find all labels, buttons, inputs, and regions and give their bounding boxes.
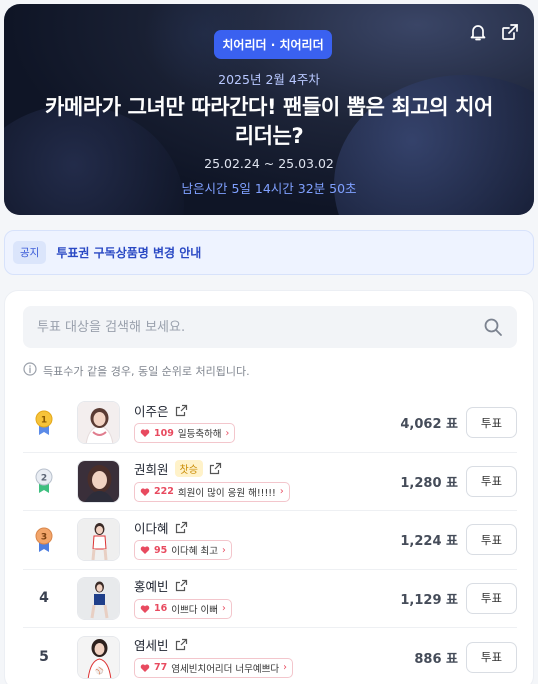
heart-icon — [140, 488, 150, 496]
rank: 5 — [23, 649, 65, 665]
cheer-text: 이쁘다 이뻐 — [171, 604, 218, 616]
remaining-time: 남은시간 5일 14시간 32분 50초 — [4, 178, 534, 197]
cheer-count: 16 — [154, 603, 168, 615]
search-box — [23, 306, 517, 348]
notice-tag: 공지 — [13, 241, 47, 264]
heart-icon — [140, 546, 150, 555]
vote-button[interactable]: 투표 — [466, 465, 517, 497]
list-item: 2 권희원 찻승 222 희원이 많이 응원 해!!!!! › 1,280 표 … — [23, 453, 517, 511]
cheer-message-button[interactable]: 77 염세빈치어리더 너무예쁘다 › — [134, 657, 293, 678]
heart-icon — [140, 429, 150, 438]
cheer-count: 109 — [154, 427, 174, 439]
chevron-right-icon: › — [279, 486, 284, 498]
chevron-right-icon: › — [221, 544, 226, 556]
vote-count: 1,129 표 — [400, 592, 458, 608]
cheer-text: 이다혜 최고 — [171, 546, 218, 558]
candidate-name[interactable]: 권희원 — [134, 459, 169, 478]
heart-icon — [140, 605, 150, 613]
cheer-count: 95 — [154, 544, 168, 556]
candidate-name[interactable]: 이다혜 — [134, 518, 169, 537]
external-link-icon[interactable] — [175, 521, 188, 534]
rank-number: 4 — [39, 590, 49, 607]
candidate-name[interactable]: 이주은 — [134, 401, 169, 420]
external-link-icon[interactable] — [175, 638, 188, 651]
vote-count: 1,224 표 — [400, 534, 458, 550]
avatar[interactable]: ⚾ — [77, 635, 120, 679]
list-item: 3 이다혜 95 이다혜 최고 › 1,224 표 투표 — [23, 511, 517, 570]
cheer-text: 염세빈치어리더 너무예쁘다 — [171, 663, 280, 675]
cheer-text: 희원이 많이 응원 해!!!!! — [177, 487, 276, 499]
rank-medal-gold: 1 — [23, 410, 65, 436]
share-icon[interactable] — [500, 22, 520, 42]
avatar[interactable] — [77, 401, 120, 445]
ranking-list: 1 이주은 109 일등축하해 › 4,062 표 투표 2 권희원 찻승 22… — [23, 394, 517, 684]
list-item: 4 홍예빈 16 이쁘다 이뻐 › 1,129 표 투표 — [23, 570, 517, 628]
heart-icon — [140, 664, 150, 672]
external-link-icon[interactable] — [175, 404, 188, 417]
cheer-count: 222 — [154, 486, 174, 498]
hero-banner: 치어리더 · 치어리더 2025년 2월 4주차 카메라가 그녀만 따라간다! … — [4, 4, 534, 215]
cheer-message-button[interactable]: 95 이다혜 최고 › — [134, 540, 232, 561]
category-chip[interactable]: 치어리더 · 치어리더 — [214, 30, 332, 59]
rank-number: 5 — [39, 649, 49, 666]
tie-info: 득표수가 같을 경우, 동일 순위로 처리됩니다. — [23, 362, 250, 379]
vote-button[interactable]: 투표 — [466, 582, 517, 614]
chevron-right-icon: › — [283, 662, 287, 674]
remaining-label: 남은시간 — [181, 181, 228, 196]
date-range: 25.02.24 ~ 25.03.02 — [204, 156, 334, 171]
external-link-icon[interactable] — [209, 462, 222, 475]
cheer-message-button[interactable]: 109 일등축하해 › — [134, 423, 236, 444]
cheer-message-button[interactable]: 222 희원이 많이 응원 해!!!!! › — [134, 481, 290, 502]
rank-number: 1 — [41, 415, 47, 425]
remaining-value: 5일 14시간 32분 50초 — [231, 181, 357, 196]
list-item: 1 이주은 109 일등축하해 › 4,062 표 투표 — [23, 394, 517, 453]
page-title: 카메라가 그녀만 따라간다! 팬들이 뽑은 최고의 치어리더는? — [45, 95, 493, 148]
candidate-name[interactable]: 홍예빈 — [134, 576, 169, 595]
vote-count: 1,280 표 — [400, 475, 458, 491]
cheer-count: 77 — [154, 662, 168, 674]
rank-medal-bronze: 3 — [23, 527, 65, 553]
cheer-message-button[interactable]: 16 이쁘다 이뻐 › — [134, 598, 232, 619]
search-icon[interactable] — [483, 317, 503, 337]
page: 치어리더 · 치어리더 2025년 2월 4주차 카메라가 그녀만 따라간다! … — [0, 0, 538, 684]
chevron-right-icon: › — [221, 603, 226, 615]
week-label: 2025년 2월 4주차 — [218, 72, 320, 87]
rank: 4 — [23, 590, 65, 606]
notice-text[interactable]: 투표권 구독상품명 변경 안내 — [56, 244, 201, 261]
notice-banner[interactable]: 공지 투표권 구독상품명 변경 안내 — [4, 230, 534, 275]
vote-button[interactable]: 투표 — [466, 524, 517, 556]
vote-button[interactable]: 투표 — [466, 407, 517, 439]
list-item: 5 ⚾ 염세빈 77 염세빈치어리더 너무예쁘다 › 886 표 투표 — [23, 628, 517, 684]
external-link-icon[interactable] — [175, 579, 188, 592]
rank-number: 3 — [41, 532, 47, 542]
info-icon — [23, 362, 37, 379]
info-text: 득표수가 같을 경우, 동일 순위로 처리됩니다. — [43, 364, 250, 378]
status-badge: 찻승 — [174, 460, 203, 478]
cheer-text: 일등축하해 — [177, 429, 222, 441]
avatar[interactable] — [77, 459, 120, 503]
search-input[interactable] — [37, 319, 457, 335]
avatar[interactable] — [77, 518, 120, 562]
vote-button[interactable]: 투표 — [466, 641, 517, 673]
vote-count: 886 표 — [414, 651, 458, 667]
bell-icon[interactable] — [468, 22, 488, 42]
chevron-right-icon: › — [225, 427, 230, 439]
ranking-panel: 득표수가 같을 경우, 동일 순위로 처리됩니다. 1 이주은 — [4, 290, 534, 684]
avatar[interactable] — [77, 576, 120, 620]
rank-medal-silver: 2 — [23, 468, 65, 494]
rank-number: 2 — [41, 474, 47, 484]
candidate-name[interactable]: 염세빈 — [134, 635, 169, 654]
vote-count: 4,062 표 — [400, 417, 458, 433]
svg-text:⚾: ⚾ — [94, 666, 104, 675]
